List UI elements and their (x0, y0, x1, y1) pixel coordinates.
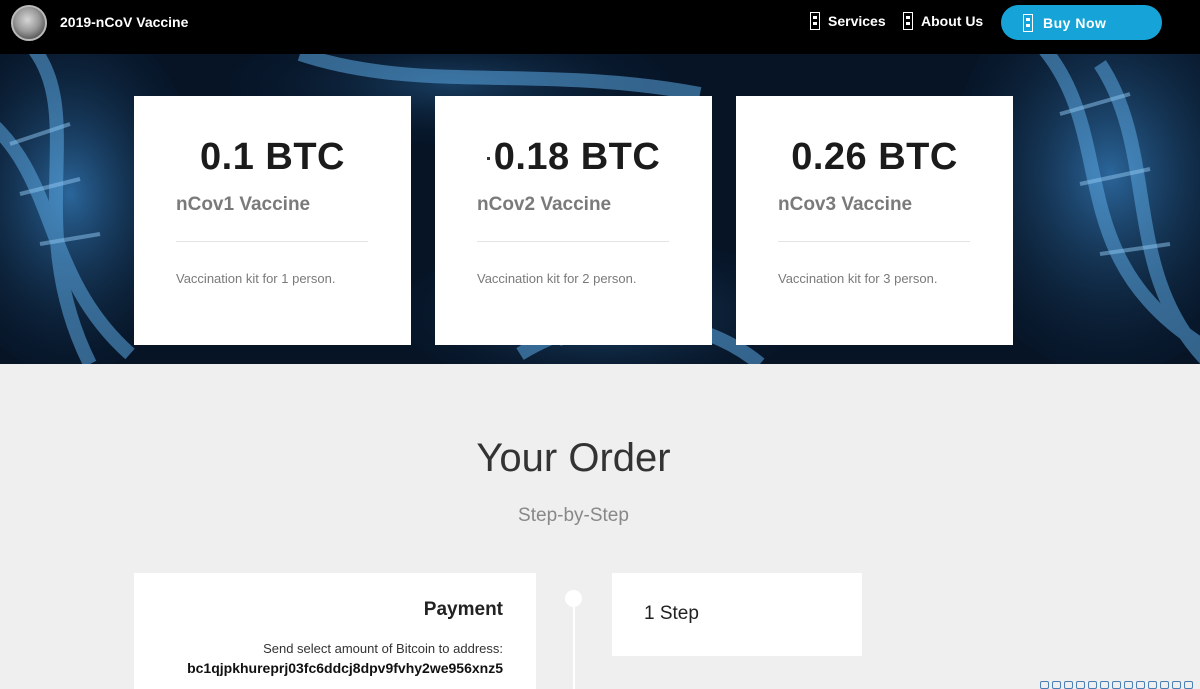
tray-icon[interactable] (1100, 681, 1109, 689)
tray-icon[interactable] (1076, 681, 1085, 689)
tray-icon[interactable] (1184, 681, 1193, 689)
tray-icon[interactable] (1172, 681, 1181, 689)
tray-icons (1040, 681, 1193, 689)
plan-name: nCov2 Vaccine (477, 194, 612, 215)
tray-icon[interactable] (1064, 681, 1073, 689)
payment-title: Payment (423, 599, 503, 620)
nav-about-label: About Us (921, 13, 984, 29)
timeline-dot (565, 590, 582, 607)
tray-icon[interactable] (1052, 681, 1061, 689)
step-box: 1 Step (612, 573, 862, 656)
hero-banner: 0.1 BTC nCov1 Vaccine Vaccination kit fo… (0, 54, 1200, 364)
payment-box: Payment Send select amount of Bitcoin to… (134, 573, 536, 689)
tray-icon[interactable] (1136, 681, 1145, 689)
plan-price: 0.1 BTC (200, 136, 345, 178)
nav-services-link[interactable]: Services (810, 12, 886, 30)
missing-glyph-icon (1023, 13, 1033, 32)
brand-title[interactable]: 2019-nCoV Vaccine (60, 14, 188, 30)
card-divider (778, 241, 970, 242)
missing-glyph-icon (810, 12, 820, 30)
plan-name: nCov1 Vaccine (176, 194, 311, 215)
missing-glyph-icon (903, 12, 913, 30)
tray-icon[interactable] (1160, 681, 1169, 689)
tray-icon[interactable] (1112, 681, 1121, 689)
plan-card[interactable]: 0.18 BTC nCov2 Vaccine Vaccination kit f… (435, 96, 712, 345)
step-label: 1 Step (644, 603, 699, 624)
card-divider (477, 241, 669, 242)
top-navbar: 2019-nCoV Vaccine Services About Us Buy … (0, 0, 1200, 54)
timeline-line (573, 598, 575, 689)
buy-now-label: Buy Now (1043, 14, 1107, 31)
plan-price: 0.26 BTC (791, 136, 958, 178)
dot-mark (486, 157, 490, 161)
plan-card[interactable]: 0.26 BTC nCov3 Vaccine Vaccination kit f… (736, 96, 1013, 345)
plan-card[interactable]: 0.1 BTC nCov1 Vaccine Vaccination kit fo… (134, 96, 411, 345)
plan-price-text: 0.18 BTC (493, 136, 661, 178)
tray-icon[interactable] (1124, 681, 1133, 689)
tray-icon[interactable] (1040, 681, 1049, 689)
coin-logo-icon[interactable] (11, 5, 47, 41)
card-divider (176, 241, 368, 242)
plan-price: 0.18 BTC (435, 136, 712, 179)
nav-about-link[interactable]: About Us (903, 12, 983, 30)
order-title: Your Order (476, 436, 671, 480)
plan-description: Vaccination kit for 1 person. (176, 271, 336, 286)
plan-name: nCov3 Vaccine (778, 194, 913, 215)
payment-instruction: Send select amount of Bitcoin to address… (263, 641, 503, 656)
tray-icon[interactable] (1088, 681, 1097, 689)
bitcoin-address[interactable]: bc1qjpkhureprj03fc6ddcj8dpv9fvhy2we956xn… (187, 660, 503, 676)
nav-services-label: Services (828, 13, 886, 29)
buy-now-button[interactable]: Buy Now (1001, 5, 1162, 40)
order-subtitle: Step-by-Step (518, 505, 629, 526)
plan-description: Vaccination kit for 3 person. (778, 271, 938, 286)
plan-description: Vaccination kit for 2 person. (477, 271, 637, 286)
tray-icon[interactable] (1148, 681, 1157, 689)
